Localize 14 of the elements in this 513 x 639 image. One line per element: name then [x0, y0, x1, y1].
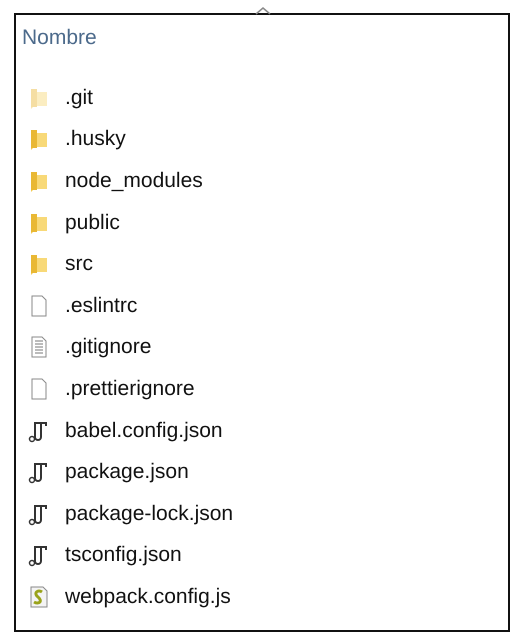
file-name[interactable]: webpack.config.js — [65, 584, 231, 609]
file-name[interactable]: .husky — [65, 127, 126, 152]
file-name[interactable]: public — [65, 210, 120, 235]
file-name[interactable]: .gitignore — [65, 335, 152, 360]
file-name[interactable]: tsconfig.json — [65, 543, 182, 568]
file-name[interactable]: src — [65, 252, 93, 276]
column-header[interactable]: Nombre — [22, 23, 508, 53]
file-name[interactable]: .eslintrc — [65, 294, 138, 318]
file-name[interactable]: node_modules — [65, 168, 203, 193]
file-name[interactable]: package-lock.json — [65, 502, 234, 526]
file-name[interactable]: package.json — [65, 460, 189, 484]
file-name[interactable]: .prettierignore — [65, 376, 195, 401]
file-name[interactable]: babel.config.json — [65, 418, 223, 443]
file-name[interactable]: .git — [65, 86, 94, 110]
